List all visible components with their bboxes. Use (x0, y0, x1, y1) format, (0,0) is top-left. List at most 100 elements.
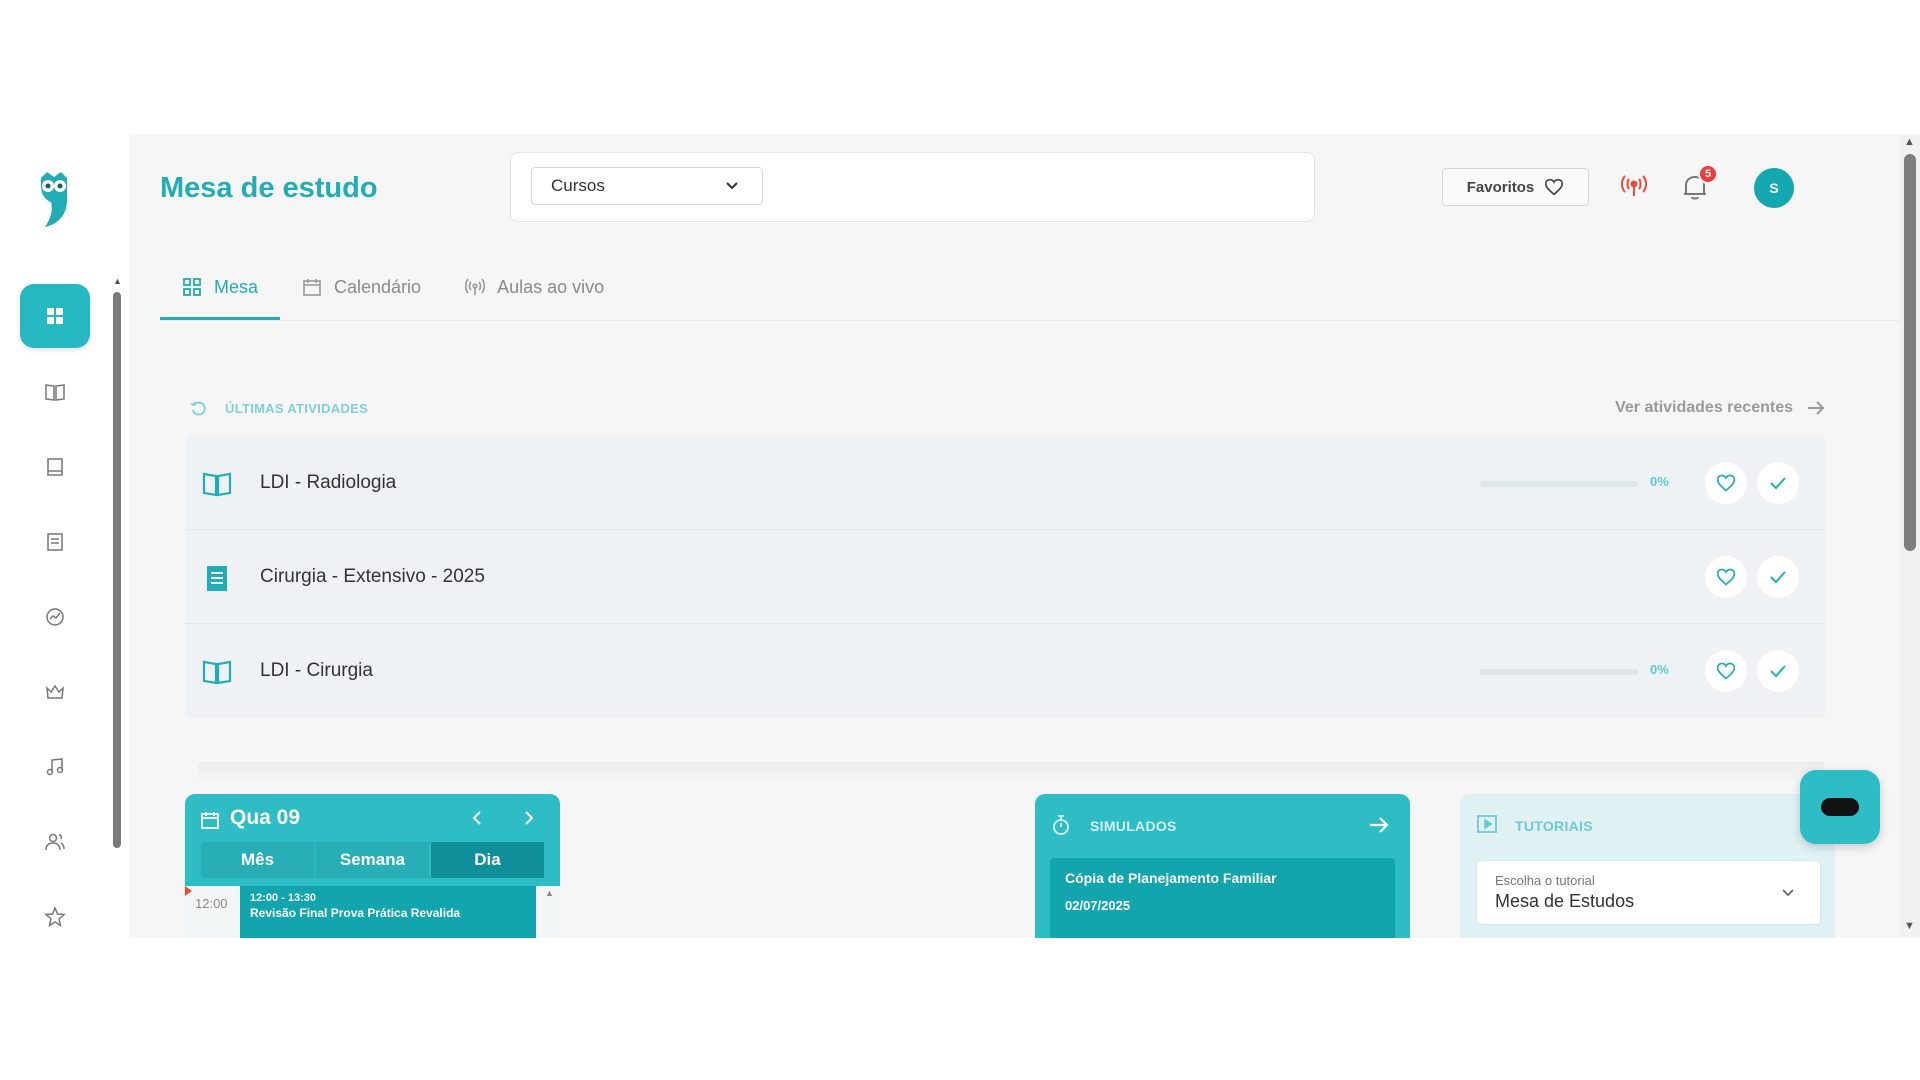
users-icon (45, 833, 65, 851)
sidebar-item-library[interactable] (20, 435, 90, 499)
chevron-left-icon[interactable] (467, 808, 487, 828)
list-item[interactable]: LDI - Radiologia 0% (185, 436, 1825, 530)
broadcast-icon (465, 278, 486, 295)
book-icon (47, 458, 63, 476)
sidebar-item-audio[interactable] (20, 735, 90, 799)
check-icon (1770, 477, 1786, 490)
view-recent-label: Ver atividades recentes (1615, 399, 1793, 416)
book-open-icon (202, 660, 232, 685)
tutoriais-title: TUTORIAIS (1515, 818, 1593, 834)
sidebar-item-performance[interactable] (20, 585, 90, 649)
list-item[interactable]: Cirurgia - Extensivo - 2025 (185, 530, 1825, 624)
arrow-right-icon[interactable] (1368, 814, 1390, 836)
scroll-up-arrow-icon[interactable]: ▲ (113, 276, 122, 286)
list-item[interactable]: LDI - Cirurgia 0% (185, 624, 1825, 718)
dashboard-icon (47, 308, 63, 324)
recent-activities-panel: ÚLTIMAS ATIVIDADES Ver atividades recent… (185, 386, 1825, 766)
chevron-down-icon (1782, 889, 1794, 897)
favorite-button[interactable] (1705, 650, 1747, 692)
calendar-widget: Qua 09 Mês Semana Dia 12:00 12:00 - 13:3… (185, 794, 560, 938)
heart-icon (1716, 662, 1736, 680)
view-week-button[interactable]: Semana (316, 842, 431, 878)
history-icon (190, 401, 206, 416)
calendar-icon (303, 279, 321, 296)
star-icon (44, 906, 66, 928)
course-select[interactable]: Cursos (531, 167, 763, 205)
tabs-divider (160, 320, 1900, 321)
sidebar-scroll-thumb[interactable] (113, 292, 121, 848)
tutorial-select-label: Escolha o tutorial (1495, 873, 1595, 888)
scroll-up-arrow-icon[interactable]: ▲ (1904, 136, 1915, 148)
panel-shadow (198, 762, 1824, 784)
favorites-button[interactable]: Favoritos (1442, 168, 1589, 206)
page-scroll-thumb[interactable] (1904, 154, 1916, 551)
simulado-card[interactable]: Cópia de Planejamento Familiar 02/07/202… (1050, 858, 1395, 938)
grid-icon (183, 278, 201, 296)
calendar-icon (201, 812, 219, 829)
heart-icon (1716, 568, 1736, 586)
activity-name[interactable]: Cirurgia - Extensivo - 2025 (260, 566, 485, 588)
stopwatch-icon (1053, 815, 1069, 835)
progress-bar (1480, 669, 1638, 675)
activity-name[interactable]: LDI - Cirurgia (260, 660, 373, 682)
live-broadcast-icon[interactable] (1620, 172, 1648, 200)
simulado-date: 02/07/2025 (1065, 898, 1131, 913)
sidebar: ▲ (0, 134, 129, 938)
simulados-title: SIMULADOS (1090, 818, 1177, 834)
check-icon (1770, 665, 1786, 678)
heart-icon (1716, 474, 1736, 492)
video-play-icon (1477, 815, 1497, 833)
tab-calendario[interactable]: Calendário (280, 254, 443, 320)
tutorial-select[interactable]: Escolha o tutorial Mesa de Estudos (1476, 860, 1821, 925)
favorite-button[interactable] (1705, 556, 1747, 598)
event-title: Revisão Final Prova Prática Revalida (250, 906, 461, 920)
favorites-label: Favoritos (1466, 178, 1535, 196)
activity-name[interactable]: LDI - Radiologia (260, 472, 396, 494)
event-time: 12:00 - 13:30 (250, 892, 317, 904)
user-avatar[interactable]: S (1754, 168, 1794, 208)
tab-bar: Mesa Calendário Aulas ao vivo (160, 254, 626, 320)
simulado-name: Cópia de Planejamento Familiar (1065, 870, 1277, 886)
time-slot-label: 12:00 (195, 896, 228, 911)
complete-button[interactable] (1757, 650, 1799, 692)
progress-percent: 0% (1650, 662, 1669, 677)
recent-activities-title: ÚLTIMAS ATIVIDADES (225, 401, 369, 416)
chat-button[interactable] (1800, 770, 1880, 844)
calendar-day-view: 12:00 12:00 - 13:30 Revisão Final Prova … (185, 886, 560, 938)
calendar-date-title: Qua 09 (230, 806, 301, 829)
sidebar-item-notebook[interactable] (20, 510, 90, 574)
check-icon (1770, 571, 1786, 584)
sidebar-scrollbar[interactable]: ▲ (113, 276, 122, 854)
chevron-right-icon[interactable] (519, 808, 539, 828)
favorite-button[interactable] (1705, 462, 1747, 504)
progress-bar (1480, 481, 1638, 487)
scroll-down-arrow-icon[interactable]: ▼ (1904, 920, 1915, 932)
notification-badge: 5 (1698, 164, 1718, 184)
activity-list: LDI - Radiologia 0% Cirurgia - Extensivo… (185, 436, 1825, 718)
app-window: ▲ Mesa de estudo Cursos Favoritos 5 S Me… (0, 134, 1920, 938)
sidebar-item-books[interactable] (20, 360, 90, 424)
sidebar-item-dashboard[interactable] (20, 284, 90, 348)
page-scrollbar[interactable]: ▲ ▼ (1900, 134, 1920, 938)
scroll-up-arrow-icon[interactable]: ▲ (545, 888, 554, 898)
tab-label: Calendário (334, 276, 422, 297)
notebook-icon (47, 533, 63, 551)
view-month-button[interactable]: Mês (201, 842, 316, 878)
complete-button[interactable] (1757, 462, 1799, 504)
search-bar[interactable]: Cursos (510, 152, 1315, 222)
notebook-icon (207, 566, 227, 591)
complete-button[interactable] (1757, 556, 1799, 598)
sidebar-item-premium[interactable] (20, 660, 90, 724)
view-day-button[interactable]: Dia (431, 842, 544, 878)
view-recent-link[interactable]: Ver atividades recentes (1615, 399, 1825, 417)
tab-aulas-ao-vivo[interactable]: Aulas ao vivo (443, 254, 626, 320)
current-time-marker (185, 886, 192, 896)
sidebar-item-favorites[interactable] (20, 885, 90, 938)
owl-logo-icon[interactable] (35, 170, 73, 228)
course-select-value: Cursos (551, 176, 605, 195)
tutorial-select-value: Mesa de Estudos (1495, 891, 1635, 911)
sidebar-item-community[interactable] (20, 810, 90, 874)
tab-mesa[interactable]: Mesa (160, 254, 281, 320)
calendar-event[interactable]: 12:00 - 13:30 Revisão Final Prova Prátic… (240, 886, 536, 938)
heart-icon (1545, 178, 1564, 196)
